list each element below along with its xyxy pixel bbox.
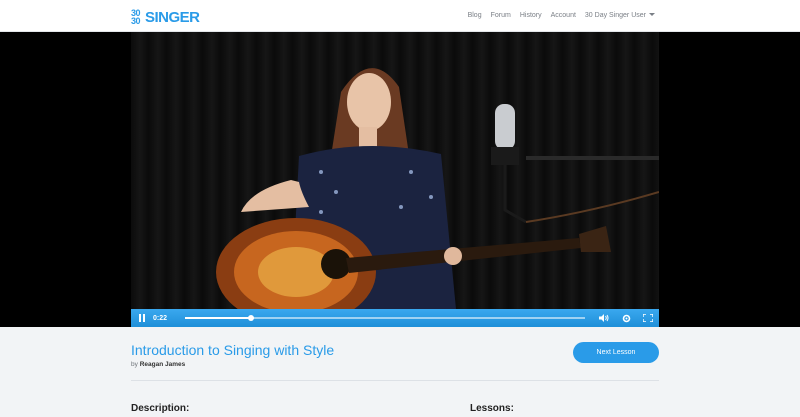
player-controls: 0:22	[131, 309, 659, 327]
soundhole	[321, 249, 351, 279]
top-navbar: 30 30 SINGER Blog Forum History Account …	[0, 0, 800, 32]
nav-account[interactable]: Account	[551, 12, 576, 19]
pause-button[interactable]	[131, 309, 153, 327]
divider	[131, 380, 659, 381]
volume-button[interactable]	[593, 309, 615, 327]
logo-wordmark: SINGER	[145, 8, 200, 26]
video-band: 0:22	[0, 32, 800, 327]
volume-icon	[599, 314, 609, 322]
pause-icon	[139, 314, 145, 322]
headstock	[579, 226, 611, 252]
user-menu-label: 30 Day Singer User	[584, 12, 646, 19]
next-lesson-button[interactable]: Next Lesson	[573, 342, 659, 363]
chevron-down-icon	[649, 13, 655, 16]
lesson-author: Reagan James	[139, 361, 186, 368]
seek-bar[interactable]	[185, 315, 585, 321]
byline-prefix: by	[131, 361, 138, 368]
lesson-byline: by Reagan James	[131, 361, 185, 368]
nav-blog[interactable]: Blog	[468, 12, 482, 19]
microphone	[495, 104, 515, 150]
mic-mount	[491, 147, 519, 165]
video-scene	[216, 68, 659, 309]
nav-history[interactable]: History	[520, 12, 542, 19]
nav-forum[interactable]: Forum	[491, 12, 511, 19]
gear-icon	[622, 314, 630, 322]
logo-mark: 30 30	[131, 8, 141, 26]
fullscreen-button[interactable]	[637, 309, 659, 327]
main-nav: Blog Forum History Account 30 Day Singer…	[468, 12, 655, 19]
mic-cable	[525, 191, 659, 223]
video-player[interactable]: 0:22	[131, 32, 659, 327]
description-heading: Description:	[131, 403, 190, 414]
settings-button[interactable]	[615, 309, 637, 327]
fullscreen-icon	[643, 314, 653, 322]
seek-bar-progress	[185, 317, 251, 319]
lesson-title: Introduction to Singing with Style	[131, 342, 335, 358]
logo[interactable]: 30 30 SINGER	[131, 8, 200, 26]
face	[347, 73, 391, 131]
nav-user-menu[interactable]: 30 Day Singer User	[585, 12, 655, 19]
seek-handle[interactable]	[248, 315, 254, 321]
current-time: 0:22	[153, 314, 168, 322]
mic-stand-arm	[526, 156, 659, 160]
lessons-heading: Lessons:	[470, 403, 514, 414]
